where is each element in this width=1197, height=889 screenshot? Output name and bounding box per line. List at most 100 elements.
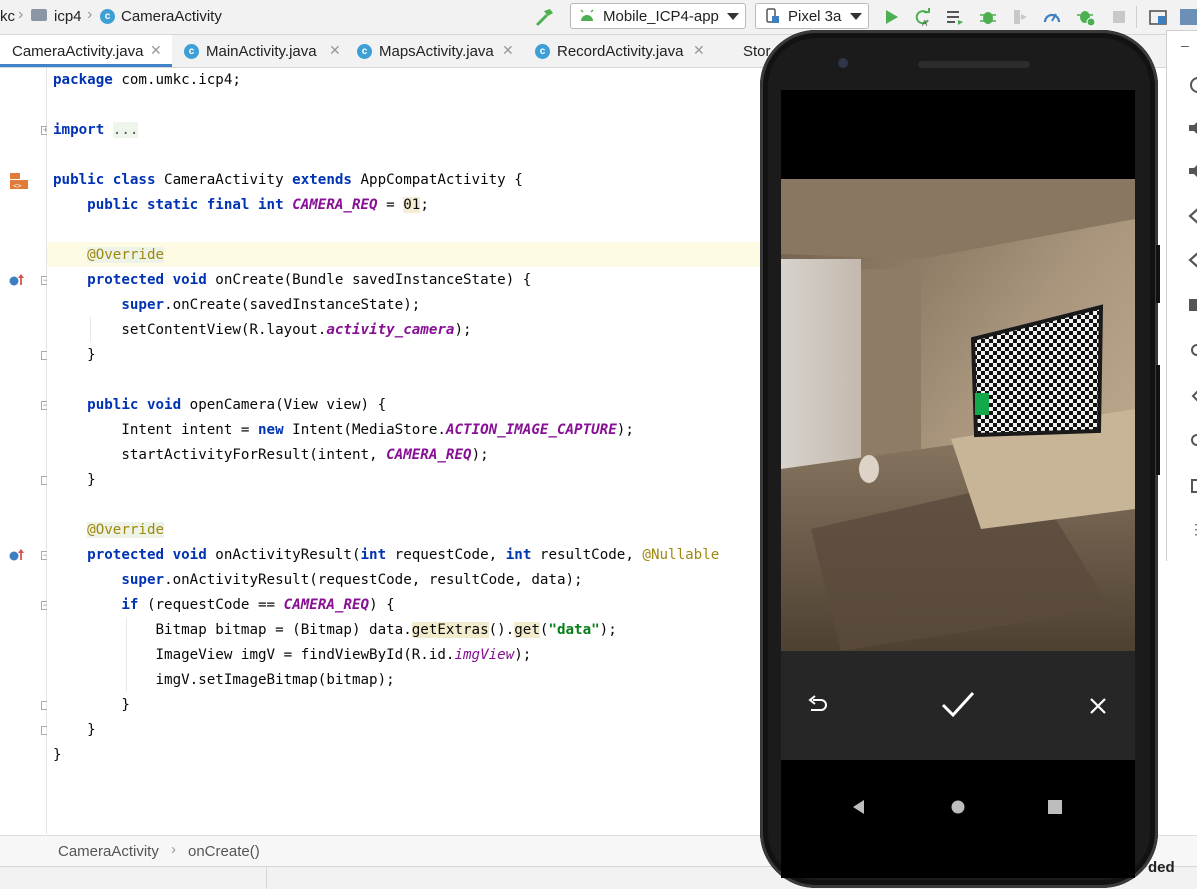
code-token: requestCode, [386,547,506,563]
room-window [781,259,861,469]
code-editor[interactable]: package com.umkc.icp4; import ... public… [47,68,807,834]
debug-attach-bug-icon[interactable] [1076,7,1096,27]
code-token: onCreate(Bundle savedInstanceState) { [206,272,532,288]
code-line: if (requestCode == CAMERA_REQ) { [53,593,395,618]
code-token: extends [292,172,352,188]
code-token: Bitmap bitmap = (Bitmap) data. [155,622,412,638]
toolbar-divider [1136,6,1137,28]
retake-icon[interactable] [807,695,827,715]
tab-maps-activity[interactable]: c MapsActivity.java ✕ [345,35,523,67]
run-icon[interactable] [882,7,902,27]
code-line: super.onCreate(savedInstanceState); [53,293,420,318]
side-button [1156,245,1160,303]
code-token: getExtras [411,622,489,638]
home-icon[interactable] [1189,431,1197,449]
android-icon [580,9,594,21]
rotate-left-icon[interactable] [1187,206,1197,226]
code-token: ); [514,647,532,663]
code-token: public static final int [87,197,284,213]
debug-bug-icon[interactable] [978,7,998,27]
zoom-icon[interactable] [1189,341,1197,359]
code-token: activity_camera [326,322,455,338]
code-token: ImageView imgV = findViewById(R.id. [155,647,455,663]
camera-icon[interactable] [1187,295,1197,315]
code-token: public class [53,172,156,188]
class-icon: c [184,44,199,59]
breadcrumb-separator: › [87,6,93,23]
close-icon[interactable]: ✕ [329,42,341,59]
code-token: ; [420,197,429,213]
run-config-select[interactable]: Mobile_ICP4-app [570,3,746,29]
sdk-manager-icon[interactable] [1180,9,1197,25]
project-structure-icon[interactable] [1148,7,1168,27]
code-token: int [360,547,387,563]
layout-file-icon[interactable]: <> [9,172,29,190]
code-token: import [53,122,105,138]
attach-debugger-icon[interactable] [1010,7,1030,27]
breadcrumb-class[interactable]: CameraActivity [58,843,159,860]
code-line: } [53,743,62,768]
cancel-close-icon[interactable] [1089,697,1107,715]
breadcrumb-method[interactable]: onCreate() [188,843,260,860]
device-phone-icon [766,8,779,23]
svg-text:A: A [922,19,928,27]
code-line: super.onActivityResult(requestCode, resu… [53,568,582,593]
nav-overview-icon[interactable] [1047,799,1063,815]
code-token: CAMERA_REQ [283,597,370,613]
class-icon: c [535,44,550,59]
volume-down-icon[interactable] [1189,162,1197,180]
accept-check-icon[interactable] [941,691,975,719]
code-token: int [505,547,532,563]
speaker-grille [918,61,1030,68]
code-line: public static final int CAMERA_REQ = 01; [53,193,429,218]
close-icon[interactable]: ✕ [693,42,705,59]
code-token: public void [87,397,182,413]
code-token: openCamera(View view) { [181,397,387,413]
code-line: } [53,343,96,368]
breadcrumb-class[interactable]: CameraActivity [121,8,222,25]
override-method-icon[interactable] [8,273,24,287]
run-config-label: Mobile_ICP4-app [603,8,719,25]
room-shelf [861,269,921,479]
profiler-gauge-icon[interactable] [1042,7,1062,27]
tv-green-block [975,393,989,415]
close-icon[interactable]: ✕ [502,42,514,59]
code-token: ) { [369,597,395,613]
back-icon[interactable] [1191,387,1197,405]
overview-icon[interactable] [1189,477,1197,495]
tab-main-activity[interactable]: c MainActivity.java ✕ [172,35,345,67]
side-button [1156,365,1160,475]
apply-changes-icon[interactable]: A [913,7,933,27]
breadcrumb-module[interactable]: kc [0,8,15,25]
stop-icon[interactable] [1109,7,1129,27]
code-token: Intent intent = [121,422,259,438]
code-line: } [53,693,130,718]
minimize-icon[interactable]: – [1181,37,1189,53]
nav-home-icon[interactable] [950,799,966,815]
apply-code-changes-icon[interactable] [945,7,965,27]
volume-up-icon[interactable] [1189,119,1197,137]
build-hammer-icon[interactable] [535,7,555,27]
tab-camera-activity[interactable]: CameraActivity.java ✕ [0,35,172,67]
code-token: CAMERA_REQ [386,447,472,463]
code-token: protected void [87,272,207,288]
device-select[interactable]: Pixel 3a [755,3,869,29]
nav-back-icon[interactable] [850,798,868,816]
editor-gutter[interactable]: + <> − − − − [0,68,73,834]
power-icon[interactable] [1189,75,1197,95]
folded-imports[interactable]: ... [112,122,139,138]
tab-record-activity[interactable]: c RecordActivity.java ✕ [523,35,713,67]
breadcrumb-package[interactable]: icp4 [54,8,82,25]
tab-label: MainActivity.java [206,43,317,60]
code-token: new [258,422,284,438]
rotate-right-icon[interactable] [1187,250,1197,270]
close-icon[interactable]: ✕ [150,42,162,59]
more-options-icon[interactable]: ⋮ [1189,521,1197,538]
code-line: ImageView imgV = findViewById(R.id.imgVi… [53,643,532,668]
override-method-icon[interactable] [8,548,24,562]
status-text: ded [1148,859,1175,876]
class-icon: c [100,9,115,24]
breadcrumb-separator: › [18,6,24,23]
code-line: @Override [53,243,165,268]
